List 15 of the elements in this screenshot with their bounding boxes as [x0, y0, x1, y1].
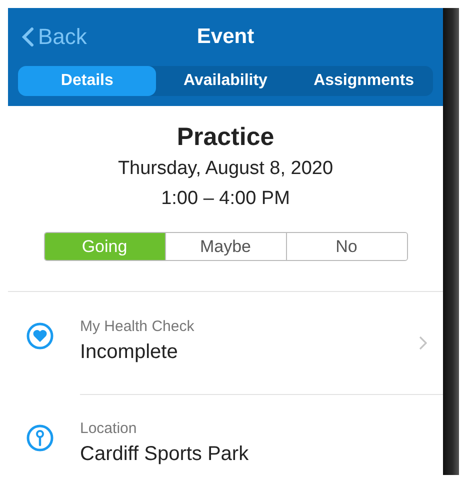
detail-label: My Health Check	[80, 318, 196, 335]
event-date: Thursday, August 8, 2020	[118, 158, 334, 180]
detail-label: Location	[80, 420, 138, 437]
event-title: Practice	[176, 123, 274, 152]
detail-row[interactable]: My Health Check Incomplete	[8, 292, 443, 394]
detail-value: Incomplete	[80, 341, 178, 364]
chevron-right-icon	[419, 336, 427, 350]
rsvp-option[interactable]: No	[286, 233, 406, 260]
screen-title: Event	[196, 25, 254, 48]
tab[interactable]: Assignments	[294, 66, 433, 96]
event-time: 1:00 – 4:00 PM	[161, 188, 290, 210]
pin-icon	[26, 424, 54, 452]
tab[interactable]: Availability	[156, 66, 295, 96]
chevron-left-icon	[22, 27, 34, 47]
detail-value: Cardiff Sports Park	[80, 443, 249, 466]
